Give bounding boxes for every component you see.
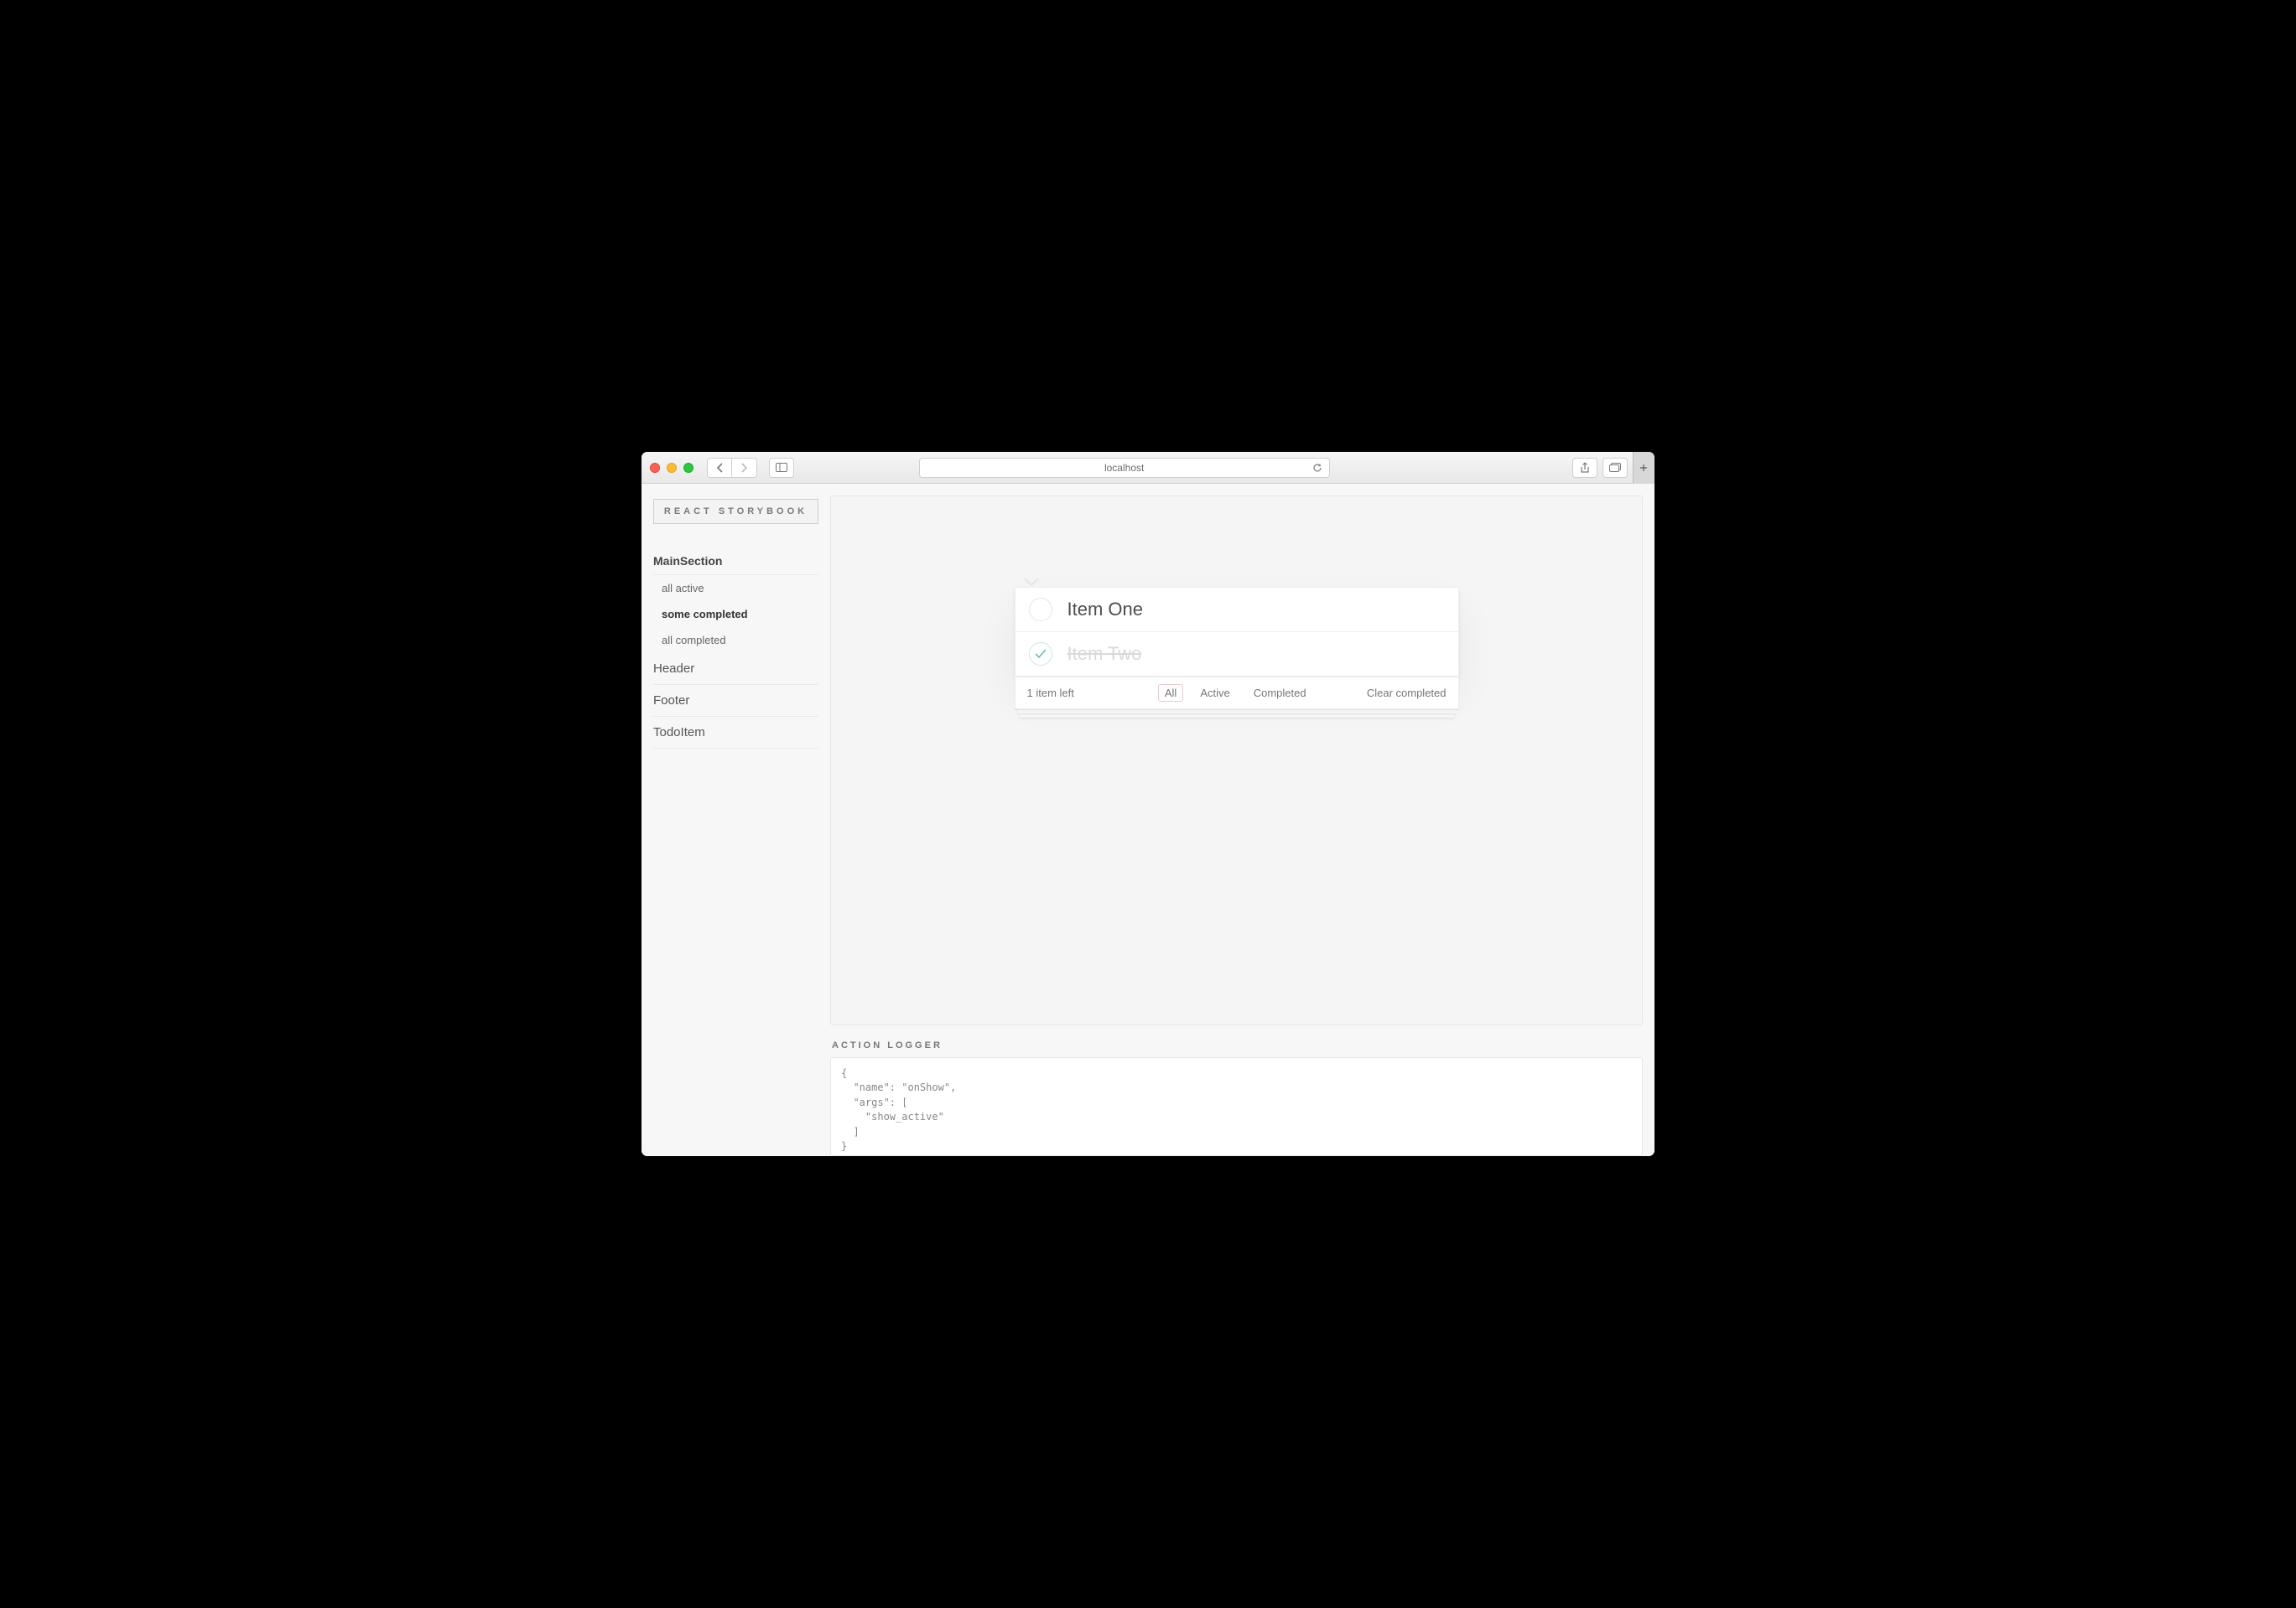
close-window-button[interactable] xyxy=(650,463,660,473)
toggle-all-icon[interactable] xyxy=(1023,577,1040,587)
clear-completed-button[interactable]: Clear completed xyxy=(1367,687,1447,699)
story-list: all activesome completedall completed xyxy=(653,575,818,653)
kind-title[interactable]: Footer xyxy=(653,685,818,717)
kind-title[interactable]: MainSection xyxy=(653,547,818,575)
kind-title[interactable]: Header xyxy=(653,653,818,685)
new-tab-button[interactable] xyxy=(1633,452,1654,484)
checkmark-icon[interactable] xyxy=(1029,642,1052,666)
todo-label[interactable]: Item Two xyxy=(1067,643,1142,665)
todo-item: Item One xyxy=(1016,588,1458,632)
url-text: localhost xyxy=(1104,462,1144,474)
items-left: 1 item left xyxy=(1027,687,1074,699)
browser-titlebar: localhost xyxy=(642,452,1654,484)
todo-label[interactable]: Item One xyxy=(1067,599,1143,620)
todo-app: Item One Item Two 1 item left All Active Co… xyxy=(1015,572,1459,1024)
filter-group: All Active Completed xyxy=(1158,684,1313,702)
filter-completed[interactable]: Completed xyxy=(1247,684,1313,702)
main-column: Item One Item Two 1 item left All Active Co… xyxy=(830,484,1654,1156)
story-item[interactable]: all completed xyxy=(653,627,818,653)
storybook-sidebar: REACT STORYBOOK MainSection all activeso… xyxy=(642,484,830,1156)
action-logger-title: ACTION LOGGER xyxy=(830,1037,1643,1057)
todo-item: Item Two xyxy=(1016,632,1458,677)
window-controls xyxy=(650,463,693,473)
story-item[interactable]: some completed xyxy=(653,601,818,627)
action-logger-body: { "name": "onShow", "args": [ "show_acti… xyxy=(830,1057,1643,1156)
filter-active[interactable]: Active xyxy=(1193,684,1236,702)
share-button[interactable] xyxy=(1572,458,1597,478)
kind-title[interactable]: TodoItem xyxy=(653,717,818,749)
story-item[interactable]: all active xyxy=(653,575,818,601)
checkbox-icon[interactable] xyxy=(1029,598,1052,621)
storybook-brand: REACT STORYBOOK xyxy=(653,499,818,524)
reload-button[interactable] xyxy=(1312,463,1322,473)
todo-footer: 1 item left All Active Completed Clear com… xyxy=(1015,677,1459,709)
safari-window: localhost REACT STORYBOOK MainSection al… xyxy=(642,452,1654,1156)
back-button[interactable] xyxy=(707,458,732,478)
url-bar[interactable]: localhost xyxy=(919,458,1330,478)
tabs-overview-button[interactable] xyxy=(1603,458,1628,478)
minimize-window-button[interactable] xyxy=(667,463,677,473)
app-content: REACT STORYBOOK MainSection all activeso… xyxy=(642,484,1654,1156)
action-logger: ACTION LOGGER { "name": "onShow", "args"… xyxy=(830,1037,1643,1156)
forward-button[interactable] xyxy=(732,458,757,478)
todo-list: Item One Item Two xyxy=(1015,587,1459,677)
zoom-window-button[interactable] xyxy=(683,463,693,473)
sidebar-toggle-button[interactable] xyxy=(769,458,794,478)
filter-all[interactable]: All xyxy=(1158,684,1183,702)
nav-buttons xyxy=(707,458,757,478)
preview-frame: Item One Item Two 1 item left All Active Co… xyxy=(830,495,1643,1025)
